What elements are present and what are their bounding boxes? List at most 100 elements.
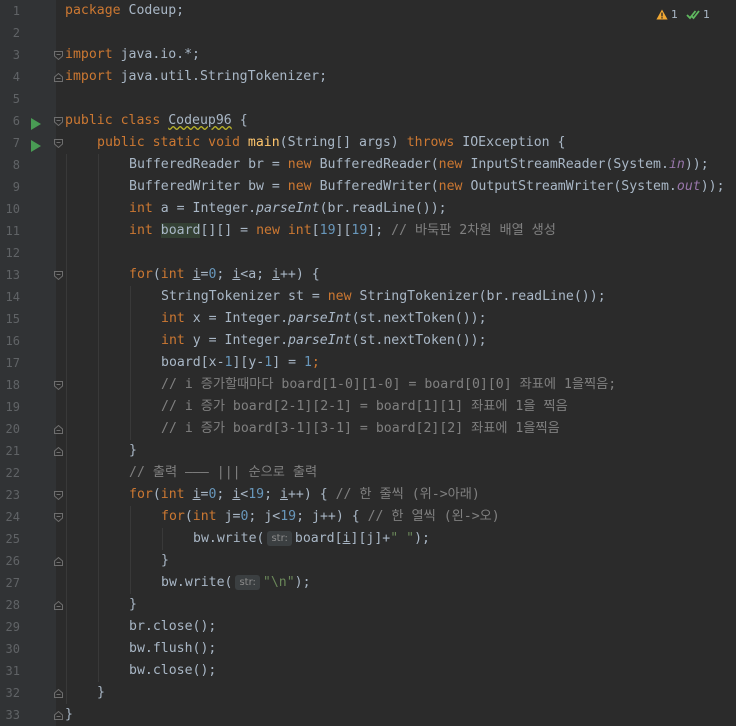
code-line-8[interactable]: BufferedReader br = new BufferedReader(n… [129,154,709,176]
token: i [272,267,280,282]
token: 19 [280,509,297,524]
token: (br.readLine()); [319,201,447,216]
code-line-20[interactable]: // i 증가 board[3-1][3-1] = board[2][2] 좌표… [161,418,560,440]
token: import [65,47,113,62]
code-line-1[interactable]: package Codeup; [65,0,184,22]
code-line-7[interactable]: public static void main(String[] args) t… [97,132,566,154]
token: } [161,553,169,568]
token: int [161,333,185,348]
code-line-24[interactable]: for(int j=0; j<19; j++) { // 한 열씩 (왼->오) [161,506,500,528]
token: BufferedWriter bw = [129,179,288,194]
code-line-6[interactable]: public class Codeup96 { [65,110,248,132]
code-line-29[interactable]: br.close(); [129,616,216,638]
fold-for-inner-start-icon[interactable] [54,513,63,522]
token: parseInt [288,333,352,348]
line-number: 8 [12,158,20,172]
line-number: 32 [5,686,20,700]
token: throws [406,135,455,150]
code-line-25[interactable]: bw.write(str: board[i][j]+" "); [193,528,430,550]
token: ; [248,509,265,524]
token: ][y- [232,355,265,370]
token: br.close(); [129,619,217,634]
code-line-23[interactable]: for(int i=0; i<19; i++) { // 한 줄씩 (위->아래… [129,484,480,506]
line-number: 2 [12,26,20,40]
code-line-10[interactable]: int a = Integer.parseInt(br.readLine()); [129,198,447,220]
token: )); [684,157,709,172]
code-line-17[interactable]: board[x-1][y-1] = 1; [161,352,320,374]
fold-for-outer-end-icon[interactable] [54,601,63,610]
token: int [129,201,153,216]
code-line-30[interactable]: bw.flush(); [129,638,216,660]
fold-import-start-icon[interactable] [54,51,63,60]
token: } [129,443,137,458]
fold-for-start-icon[interactable] [54,271,63,280]
fold-for-inner-end-icon[interactable] [54,557,63,566]
fold-import-end-icon[interactable] [54,73,63,82]
code-line-27[interactable]: bw.write(str: "\n"); [161,572,311,594]
code-line-26[interactable]: } [161,550,169,572]
fold-for-end-icon[interactable] [54,447,63,456]
code-line-15[interactable]: int x = Integer.parseInt(st.nextToken())… [161,308,487,330]
token: i [192,267,201,282]
line-number: 22 [5,466,20,480]
token: new [327,289,352,304]
line-number: 15 [5,312,20,326]
token: new [287,179,312,194]
token: for [161,509,185,524]
code-line-31[interactable]: bw.close(); [129,660,216,682]
string-token: "\n" [262,575,295,590]
token: a = Integer. [152,201,257,216]
fold-for-outer-start-icon[interactable] [54,491,63,500]
token: ); [414,531,430,546]
fold-class-end-icon[interactable] [54,711,63,720]
token: j [224,509,233,524]
code-line-28[interactable]: } [129,594,137,616]
code-line-33[interactable]: } [65,704,73,726]
fold-class-start-icon[interactable] [54,117,63,126]
token: StringTokenizer st = [161,289,328,304]
indent-guide [98,154,99,682]
token: for [129,267,153,282]
fold-comment-end-icon[interactable] [54,425,63,434]
code-line-32[interactable]: } [97,682,105,704]
code-line-22[interactable]: // 출력 ——— ||| 순으로 출력 [129,462,317,484]
token: Codeup; [128,3,185,18]
line-number: 27 [5,576,20,590]
code-line-14[interactable]: StringTokenizer st = new StringTokenizer… [161,286,606,308]
token: ++) { [279,267,320,282]
code-line-13[interactable]: for(int i=0; i<a; i++) { [129,264,320,286]
warning-counter[interactable]: 1 [656,8,678,21]
fold-method-end-icon[interactable] [54,689,63,698]
fold-method-start-icon[interactable] [54,139,63,148]
token: (String[] args) [279,135,399,150]
token: } [97,685,105,700]
code-line-4[interactable]: import java.util.StringTokenizer; [65,66,327,88]
token: 19 [248,487,265,502]
token: bw.write( [193,531,265,546]
code-line-21[interactable]: } [129,440,137,462]
code-line-19[interactable]: // i 증가 board[2-1][2-1] = board[1][1] 좌표… [161,396,568,418]
run-main-icon[interactable] [31,137,41,152]
token: IOException { [462,135,566,150]
code-line-3[interactable]: import java.io.*; [65,44,200,66]
inspection-widget[interactable]: 1 1 [652,6,710,22]
token: ; [296,509,312,524]
token: parseInt [256,201,320,216]
comment-token: // 출력 ——— ||| 순으로 출력 [129,465,318,480]
comment-token: // 한 줄씩 (위->아래) [335,487,480,502]
warning-count: 1 [671,7,678,21]
typo-counter[interactable]: 1 [686,8,710,21]
code-editor[interactable]: 1 1 1 2 3 4 5 6 7 8 9 10 11 12 13 14 15 … [0,0,736,726]
code-line-18[interactable]: // i 증가할때마다 board[1-0][1-0] = board[0][0… [161,374,616,396]
token: ); [294,575,311,590]
fold-comment-start-icon[interactable] [54,381,63,390]
code-line-16[interactable]: int y = Integer.parseInt(st.nextToken())… [161,330,487,352]
code-line-9[interactable]: BufferedWriter bw = new BufferedWriter(n… [129,176,725,198]
token: public class [65,113,161,128]
token: int [129,223,153,238]
token: BufferedWriter( [311,179,439,194]
token: out [676,179,701,194]
code-line-11[interactable]: int board[][] = new int[19][19]; // 바둑판 … [129,220,556,242]
parameter-hint: str: [267,531,292,546]
run-class-icon[interactable] [31,115,41,130]
